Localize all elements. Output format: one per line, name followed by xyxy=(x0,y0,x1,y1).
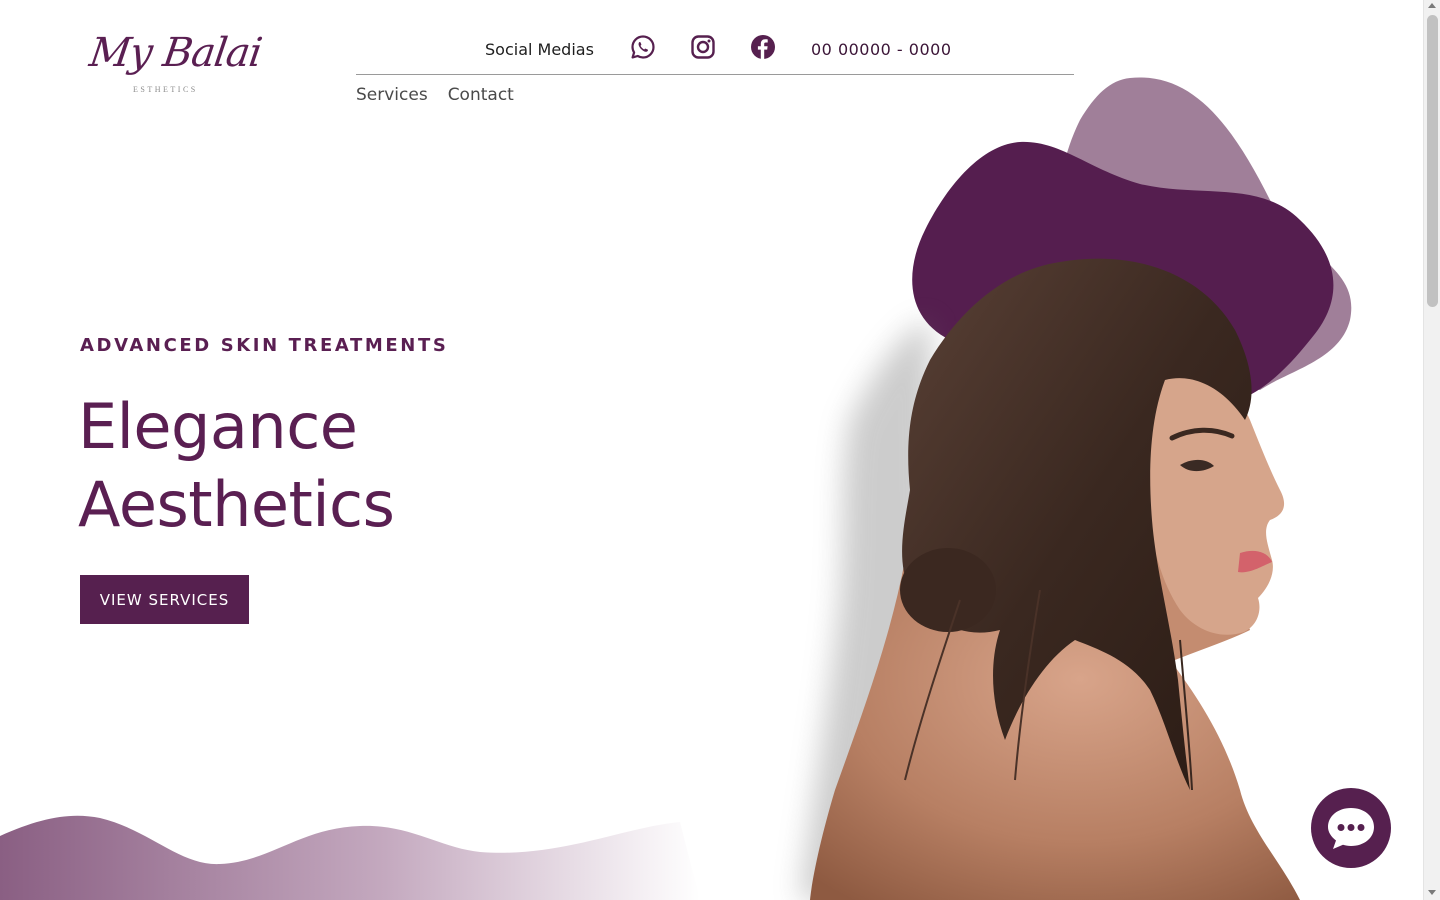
model-hair xyxy=(902,258,1252,790)
scroll-down-arrow-icon[interactable] xyxy=(1428,890,1436,895)
model-shadow xyxy=(800,320,940,900)
model-back xyxy=(810,560,1300,900)
phone-number[interactable]: 00 00000 - 0000 xyxy=(811,40,952,59)
logo-script: My Balai xyxy=(86,30,265,76)
chat-button[interactable] xyxy=(1311,788,1391,868)
hero-title-line2: Aesthetics xyxy=(78,468,395,541)
whatsapp-icon[interactable] xyxy=(630,34,656,60)
model-eye xyxy=(1180,459,1214,472)
brand-logo[interactable]: My Balai ESTHETICS xyxy=(87,28,264,100)
model-brow xyxy=(1169,427,1235,441)
hero-title: Elegance Aesthetics xyxy=(78,388,395,544)
nav-item-contact[interactable]: Contact xyxy=(448,85,514,105)
model-hair-bun xyxy=(900,548,996,632)
header-topbar: Social Medias 00 00000 - 0000 xyxy=(356,28,1074,75)
scroll-up-arrow-icon[interactable] xyxy=(1428,3,1436,8)
facebook-icon[interactable] xyxy=(750,34,776,60)
social-medias-label: Social Medias xyxy=(485,40,594,59)
instagram-icon[interactable] xyxy=(690,34,716,60)
page-scrollbar[interactable] xyxy=(1423,0,1440,900)
scrollbar-thumb[interactable] xyxy=(1427,15,1438,307)
nav-item-services[interactable]: Services xyxy=(356,85,428,105)
back-blob xyxy=(1056,77,1352,391)
logo-subtitle: ESTHETICS xyxy=(133,85,198,94)
bottom-wave xyxy=(0,815,700,900)
hero-eyebrow: ADVANCED SKIN TREATMENTS xyxy=(80,335,449,356)
model-face xyxy=(1147,376,1285,635)
hero-title-line1: Elegance xyxy=(78,390,358,463)
view-services-button[interactable]: VIEW SERVICES xyxy=(80,575,249,624)
model-neck xyxy=(1090,540,1250,660)
chat-bubble-icon xyxy=(1328,808,1374,849)
landing-page: My Balai ESTHETICS Social Medias 00 0000… xyxy=(0,0,1423,900)
main-nav: Services Contact xyxy=(356,85,514,105)
model-lips xyxy=(1238,550,1272,573)
front-blob xyxy=(912,141,1334,407)
